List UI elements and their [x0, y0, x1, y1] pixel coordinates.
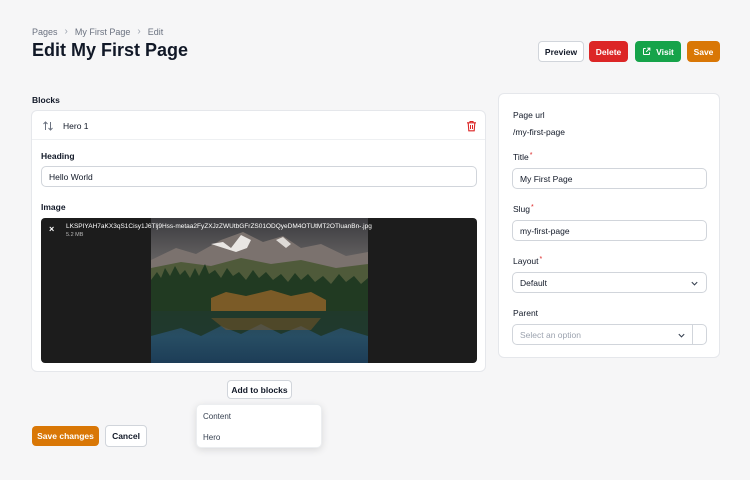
- image-upload-preview[interactable]: × LKSPIYAH7aKX3qS1Cisy1J6Tlj9Hss-metaa2F…: [41, 218, 477, 363]
- heading-input-value: Hello World: [49, 171, 93, 182]
- page-url-value: /my-first-page: [513, 127, 565, 137]
- parent-select-placeholder: Select an option: [520, 329, 581, 340]
- chevron-right-icon: ›: [137, 26, 141, 37]
- breadcrumb-page[interactable]: My First Page: [75, 27, 131, 37]
- page-title: Edit My First Page: [32, 40, 189, 60]
- page-url-label: Page url: [513, 110, 545, 120]
- title-label: Title*: [513, 152, 532, 162]
- save-changes-label: Save changes: [37, 431, 94, 441]
- heading-input[interactable]: Hello World: [41, 166, 477, 187]
- visit-button-label: Visit: [656, 46, 674, 57]
- cancel-label: Cancel: [112, 431, 140, 441]
- title-input[interactable]: My First Page: [512, 168, 707, 189]
- external-link-icon: [643, 47, 651, 55]
- save-button-label: Save: [693, 46, 714, 57]
- breadcrumb-pages[interactable]: Pages: [32, 27, 58, 37]
- visit-button[interactable]: Visit: [635, 41, 681, 62]
- chevron-right-icon: ›: [64, 26, 68, 37]
- landscape-photo: [151, 218, 368, 363]
- chevron-down-icon: [678, 333, 685, 338]
- slug-label-text: Slug: [513, 204, 531, 214]
- parent-select[interactable]: Select an option: [512, 324, 707, 345]
- breadcrumb: Pages › My First Page › Edit: [32, 26, 163, 37]
- slug-input[interactable]: my-first-page: [512, 220, 707, 241]
- cancel-button[interactable]: Cancel: [105, 425, 147, 447]
- layout-label-text: Layout: [513, 256, 539, 266]
- select-divider: [692, 325, 693, 344]
- preview-button-label: Preview: [544, 46, 578, 57]
- hero-block-card: Hero 1 Heading Hello World Image × LKSPI…: [31, 110, 486, 372]
- required-mark: *: [529, 152, 533, 159]
- block-type-dropdown: Content Hero: [196, 404, 322, 448]
- preview-button[interactable]: Preview: [538, 41, 584, 62]
- required-mark: *: [539, 256, 543, 263]
- heading-label: Heading: [41, 151, 75, 161]
- layout-select-value: Default: [520, 277, 547, 288]
- dropdown-item-content[interactable]: Content: [203, 412, 231, 421]
- file-name: LKSPIYAH7aKX3qS1Cisy1J6Tlj9Hss-metaa2FyZ…: [66, 223, 372, 230]
- layout-select[interactable]: Default: [512, 272, 707, 293]
- save-changes-button[interactable]: Save changes: [32, 426, 99, 446]
- required-mark: *: [531, 204, 534, 211]
- chevron-down-icon: [691, 281, 698, 286]
- block-header: Hero 1: [32, 111, 485, 140]
- trash-icon[interactable]: [466, 120, 477, 132]
- add-to-blocks-label: Add to blocks: [231, 384, 288, 395]
- block-name[interactable]: Hero 1: [63, 121, 89, 131]
- slug-input-value: my-first-page: [520, 225, 570, 236]
- title-input-value: My First Page: [520, 173, 573, 184]
- image-label: Image: [41, 202, 66, 212]
- slug-label: Slug*: [513, 204, 534, 214]
- page-settings-panel: Page url /my-first-page Title* My First …: [498, 93, 720, 358]
- parent-label: Parent: [513, 308, 539, 318]
- remove-file-icon[interactable]: ×: [49, 224, 54, 234]
- delete-button-label: Delete: [595, 46, 622, 57]
- breadcrumb-current: Edit: [147, 26, 164, 37]
- file-size: 5.2 MB: [66, 232, 84, 238]
- save-button[interactable]: Save: [687, 41, 720, 62]
- delete-button[interactable]: Delete: [589, 41, 628, 62]
- layout-label: Layout*: [513, 256, 542, 266]
- title-label-text: Title: [513, 152, 529, 162]
- reorder-arrows-icon[interactable]: [42, 120, 54, 132]
- add-to-blocks-button[interactable]: Add to blocks: [227, 380, 292, 399]
- dropdown-item-hero[interactable]: Hero: [203, 433, 220, 442]
- blocks-label: Blocks: [32, 95, 60, 105]
